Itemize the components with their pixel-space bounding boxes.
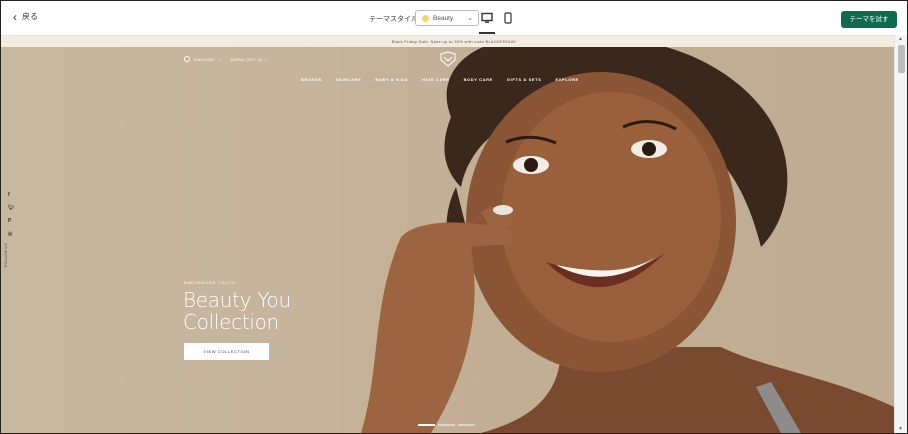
theme-style-select[interactable]: Beauty ⌄ <box>415 10 479 26</box>
back-label: 戻る <box>22 12 38 21</box>
pinterest-icon[interactable]: P <box>8 218 15 225</box>
theme-style-value: Beauty <box>433 15 454 22</box>
language-selector[interactable]: ENGLISH ⌄ <box>184 56 222 62</box>
instagram-icon[interactable]: ◎ <box>8 231 15 238</box>
chevron-down-icon: ⌄ <box>218 56 223 62</box>
chevron-left-icon: ‹ <box>13 9 17 24</box>
facebook-icon[interactable]: f <box>8 192 15 199</box>
nav-item-skincare[interactable]: SKINCARE <box>336 77 362 82</box>
nav-item-baby-kids[interactable]: BABY & KIDS <box>375 77 408 82</box>
social-links: f 🐦︎ P ◎ <box>8 192 15 238</box>
try-theme-button[interactable]: テーマを試す <box>841 11 897 28</box>
nav-item-gifts-sets[interactable]: GIFTS & SETS <box>507 77 542 82</box>
slide-dot-3[interactable] <box>458 424 475 426</box>
hero-title-line-1: Beauty You <box>183 288 291 312</box>
desktop-view-icon[interactable] <box>481 12 493 24</box>
hero-banner: ENGLISH ⌄ JAPAN (JPY ¥) ⌄ BRANDS SKINCAR… <box>1 47 894 433</box>
style-swatch-icon <box>422 15 429 22</box>
main-navigation: BRANDS SKINCARE BABY & KIDS HAIR CARE BO… <box>301 77 593 82</box>
hero-portrait-image <box>361 47 894 433</box>
hero-title: Beauty You Collection <box>183 289 291 333</box>
scrollbar-thumb[interactable] <box>898 45 905 73</box>
mobile-view-icon[interactable] <box>503 12 513 24</box>
nav-item-explore[interactable]: EXPLORE <box>555 77 578 82</box>
store-logo-icon[interactable] <box>439 51 457 67</box>
slide-dot-1[interactable] <box>418 424 435 426</box>
back-button[interactable]: ‹ 戻る <box>13 9 38 24</box>
chevron-down-icon: ⌄ <box>467 15 473 22</box>
announcement-text: Black Friday Sale: Save up to 30% with c… <box>391 39 517 44</box>
scroll-down-icon[interactable]: ▼ <box>898 426 903 432</box>
slide-dot-2[interactable] <box>438 424 455 426</box>
chevron-down-icon: ⌄ <box>263 57 268 62</box>
follow-us-label: FOLLOW US <box>4 242 8 267</box>
scroll-up-icon[interactable]: ▲ <box>898 36 903 42</box>
nav-item-brands[interactable]: BRANDS <box>301 77 322 82</box>
nav-item-hair-care[interactable]: HAIR CARE <box>422 77 450 82</box>
preview-scrollbar[interactable]: ▲ ▼ <box>894 35 907 433</box>
view-collection-button[interactable]: VIEW COLLECTION <box>184 343 269 360</box>
currency-label: JAPAN (JPY ¥) <box>230 57 263 62</box>
theme-preview-window: ‹ 戻る テーマスタイル Beauty ⌄ テーマを試す Black Frida… <box>0 0 908 434</box>
globe-icon <box>184 56 190 62</box>
language-label: ENGLISH <box>194 56 215 62</box>
slideshow-pagination <box>418 424 475 426</box>
currency-selector[interactable]: JAPAN (JPY ¥) ⌄ <box>230 57 267 62</box>
nav-item-body-care[interactable]: BODY CARE <box>464 77 493 82</box>
editor-topbar: ‹ 戻る テーマスタイル Beauty ⌄ テーマを試す <box>1 1 907 36</box>
active-device-indicator <box>479 32 495 34</box>
hero-eyebrow: RADVANCED YOUTH <box>184 280 236 285</box>
twitter-icon[interactable]: 🐦︎ <box>8 205 15 212</box>
theme-style-label: テーマスタイル <box>369 16 418 23</box>
announcement-bar: Black Friday Sale: Save up to 30% with c… <box>1 36 907 47</box>
hero-title-line-2: Collection <box>183 310 279 334</box>
